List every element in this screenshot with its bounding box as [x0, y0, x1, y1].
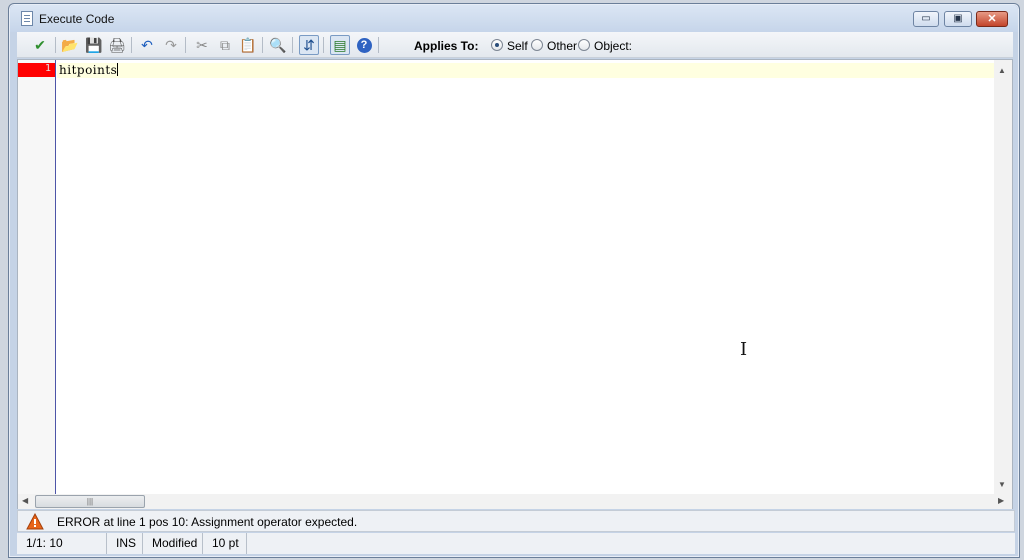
accept-button[interactable]: ✔ — [30, 35, 50, 55]
vertical-scrollbar[interactable]: ▲ ▼ — [994, 60, 1012, 494]
radio-object[interactable] — [578, 39, 590, 51]
radio-other[interactable] — [531, 39, 543, 51]
ibeam-cursor-icon: I — [740, 339, 748, 360]
code-text[interactable]: hitpoints — [59, 63, 117, 77]
toolbar: ✔ 📂 💾 🖨 ↶ ↷ ✂ ⧉ 📋 🔍 ⇵ ▤ ? Applies To: Se… — [17, 32, 1013, 58]
find-button[interactable]: 🔍 — [268, 35, 288, 55]
radio-self-label[interactable]: Self — [507, 39, 528, 53]
scroll-right-icon[interactable]: ▶ — [998, 496, 1004, 505]
help-icon: ? — [356, 37, 372, 53]
toolbar-separator — [185, 37, 186, 53]
document-icon — [21, 11, 33, 26]
scroll-left-icon[interactable]: ◀ — [22, 496, 28, 505]
execute-code-window: Execute Code ▭ ▣ ✕ ✔ 📂 💾 🖨 ↶ ↷ ✂ ⧉ 📋 🔍 ⇵… — [8, 3, 1020, 558]
accept-icon: ✔ — [34, 37, 46, 53]
horizontal-scrollbar[interactable]: ◀ ||| ▶ — [18, 494, 1012, 509]
text-caret — [117, 63, 119, 76]
print-icon: 🖨 — [108, 37, 126, 53]
minimize-button[interactable]: ▭ — [913, 11, 939, 27]
error-panel: ERROR at line 1 pos 10: Assignment opera… — [17, 510, 1015, 532]
save-icon: 💾 — [85, 37, 103, 53]
close-button[interactable]: ✕ — [976, 11, 1008, 27]
redo-icon: ↷ — [165, 37, 177, 53]
radio-other-label[interactable]: Other — [547, 39, 577, 53]
undo-button[interactable]: ↶ — [137, 35, 157, 55]
scroll-up-icon[interactable]: ▲ — [998, 66, 1006, 75]
insert-button[interactable]: ▤ — [330, 35, 350, 55]
code-editor[interactable]: 1 hitpoints I ▲ ▼ ◀ ||| ▶ — [17, 59, 1013, 509]
maximize-button[interactable]: ▣ — [944, 11, 972, 27]
copy-icon: ⧉ — [220, 37, 230, 53]
line-gutter: 1 — [18, 60, 56, 494]
toolbar-separator — [262, 37, 263, 53]
insert-icon: ▤ — [333, 37, 347, 53]
print-button[interactable]: 🖨 — [107, 35, 127, 55]
help-button[interactable]: ? — [354, 35, 374, 55]
toolbar-separator — [55, 37, 56, 53]
scroll-down-icon[interactable]: ▼ — [998, 480, 1006, 489]
applies-to-label: Applies To: — [414, 39, 479, 53]
radio-object-label[interactable]: Object: — [594, 39, 632, 53]
open-icon: 📂 — [61, 37, 79, 53]
redo-button[interactable]: ↷ — [161, 35, 181, 55]
paste-icon: 📋 — [239, 37, 257, 53]
toolbar-separator — [323, 37, 324, 53]
error-line-marker: 1 — [18, 63, 55, 77]
toolbar-separator — [378, 37, 379, 53]
font-size: 10 pt — [203, 533, 247, 554]
code-completion-button[interactable]: ⇵ — [299, 35, 319, 55]
cursor-position: 1/1: 10 — [17, 533, 107, 554]
toolbar-separator — [292, 37, 293, 53]
horizontal-scroll-thumb[interactable]: ||| — [35, 495, 145, 508]
error-message: ERROR at line 1 pos 10: Assignment opera… — [57, 515, 358, 529]
undo-icon: ↶ — [141, 37, 153, 53]
open-button[interactable]: 📂 — [60, 35, 80, 55]
cut-icon: ✂ — [196, 37, 208, 53]
status-bar: 1/1: 10 INS Modified 10 pt — [17, 533, 1015, 554]
toolbar-separator — [131, 37, 132, 53]
title-bar[interactable]: Execute Code ▭ ▣ ✕ — [10, 5, 1018, 32]
current-line-highlight — [57, 63, 994, 78]
copy-button[interactable]: ⧉ — [215, 35, 235, 55]
line-number: 1 — [44, 63, 51, 74]
save-button[interactable]: 💾 — [84, 35, 104, 55]
code-completion-icon: ⇵ — [303, 37, 315, 53]
cut-button[interactable]: ✂ — [192, 35, 212, 55]
insert-mode: INS — [107, 533, 143, 554]
warning-icon — [26, 513, 44, 530]
code-line[interactable]: hitpoints — [59, 63, 119, 77]
find-icon: 🔍 — [269, 37, 287, 53]
radio-self[interactable] — [491, 39, 503, 51]
paste-button[interactable]: 📋 — [238, 35, 258, 55]
modified-state: Modified — [143, 533, 203, 554]
window-title: Execute Code — [39, 12, 115, 26]
